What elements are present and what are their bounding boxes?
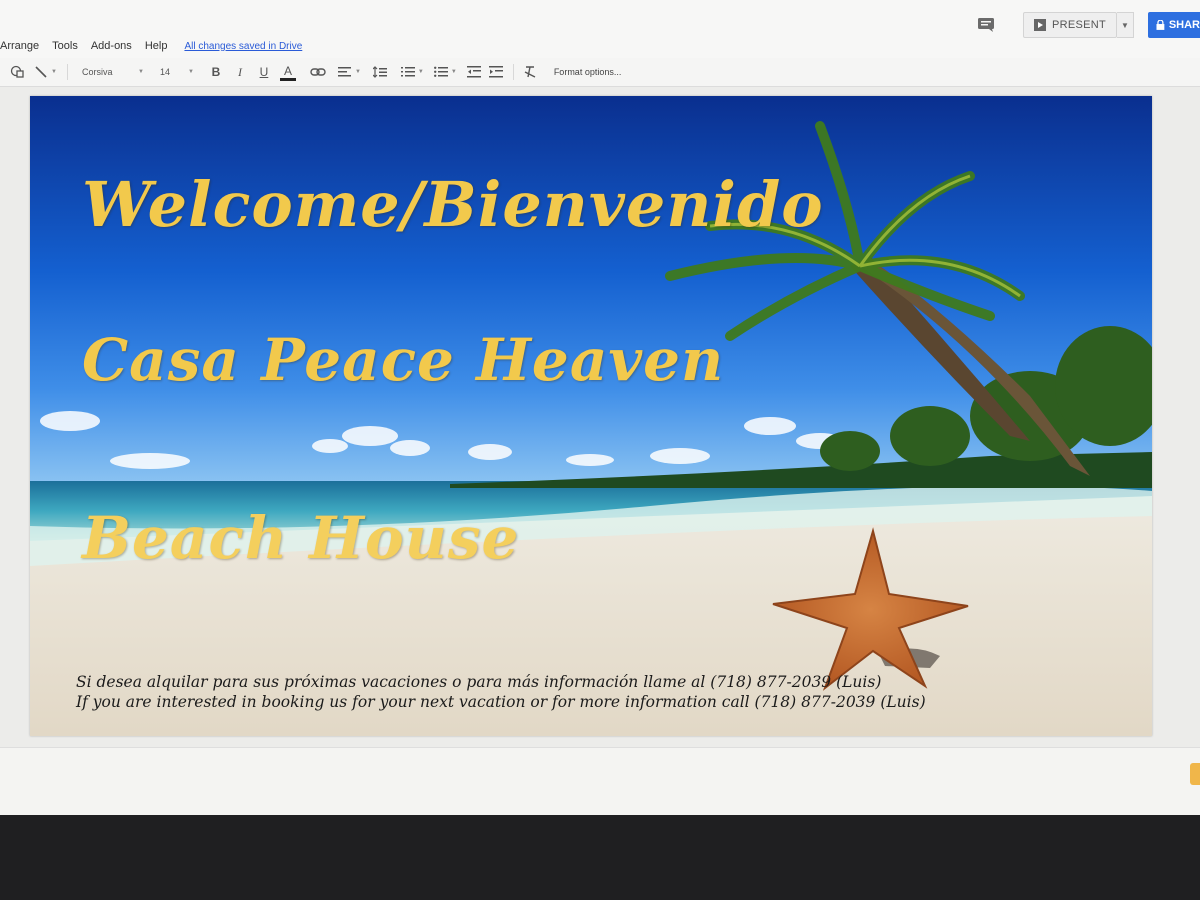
lock-icon [1156, 20, 1165, 30]
menu-tools[interactable]: Tools [52, 40, 78, 52]
header-actions: PRESENT ▼ SHAR [977, 12, 1200, 38]
menu-arrange[interactable]: Arrange [0, 40, 39, 52]
slide-title-house-name: Casa Peace Heaven [82, 326, 725, 394]
contact-info-spanish: Si desea alquilar para sus próximas vaca… [76, 673, 882, 691]
save-status-link[interactable]: All changes saved in Drive [184, 41, 302, 52]
italic-button[interactable]: I [232, 62, 248, 82]
increase-indent-icon[interactable] [488, 62, 503, 82]
slide-title-welcome: Welcome/Bienvenido [82, 168, 824, 241]
app-header: Arrange Tools Add-ons Help All changes s… [0, 0, 1200, 58]
chevron-down-icon: ▼ [51, 69, 57, 75]
slide-title-beach-house: Beach House [82, 504, 520, 572]
link-icon[interactable] [310, 62, 326, 82]
monitor-bezel [0, 815, 1200, 900]
format-options-button[interactable]: Format options... [554, 62, 622, 82]
underline-button[interactable]: U [256, 62, 272, 82]
menu-add-ons[interactable]: Add-ons [91, 40, 132, 52]
chevron-down-icon: ▼ [354, 69, 361, 75]
share-button[interactable]: SHAR [1148, 12, 1200, 38]
play-icon [1033, 19, 1046, 31]
font-family-select[interactable]: Corsiva ▼ [82, 62, 144, 82]
comments-icon[interactable] [977, 17, 995, 33]
contact-info-english: If you are interested in booking us for … [76, 693, 926, 711]
line-tool-icon[interactable]: ▼ [34, 62, 57, 82]
align-icon[interactable]: ▼ [337, 62, 361, 82]
line-spacing-icon[interactable] [372, 62, 387, 82]
chevron-down-icon: ▼ [138, 69, 144, 75]
slide[interactable]: Welcome/Bienvenido Casa Peace Heaven Bea… [30, 96, 1152, 736]
font-size-value: 14 [159, 67, 170, 77]
menu-bar: Arrange Tools Add-ons Help All changes s… [0, 36, 302, 56]
present-button[interactable]: PRESENT [1022, 12, 1117, 38]
speaker-notes-area[interactable] [0, 747, 1200, 816]
toolbar-divider [66, 64, 68, 80]
chevron-down-icon: ▼ [188, 69, 194, 75]
font-size-select[interactable]: 14 ▼ [160, 62, 194, 82]
share-label: SHAR [1168, 19, 1200, 31]
chevron-down-icon: ▼ [450, 69, 457, 75]
clear-formatting-icon[interactable] [524, 62, 536, 82]
chevron-down-icon: ▼ [417, 69, 424, 75]
present-dropdown-button[interactable]: ▼ [1117, 12, 1134, 38]
side-panel-tab[interactable] [1190, 763, 1200, 785]
format-toolbar: ▼ Corsiva ▼ 14 ▼ B I U A ▼ ▼ ▼ Format op… [0, 58, 1200, 87]
shape-tool-icon[interactable] [10, 62, 26, 82]
decrease-indent-icon[interactable] [466, 62, 481, 82]
screen: Arrange Tools Add-ons Help All changes s… [0, 0, 1200, 816]
menu-help[interactable]: Help [145, 40, 168, 52]
font-family-value: Corsiva [81, 67, 113, 77]
toolbar-divider [512, 64, 514, 80]
numbered-list-icon[interactable]: ▼ [400, 62, 424, 82]
present-label: PRESENT [1051, 19, 1106, 31]
bulleted-list-icon[interactable]: ▼ [433, 62, 457, 82]
bold-button[interactable]: B [208, 62, 224, 82]
text-color-button[interactable]: A [279, 64, 296, 81]
